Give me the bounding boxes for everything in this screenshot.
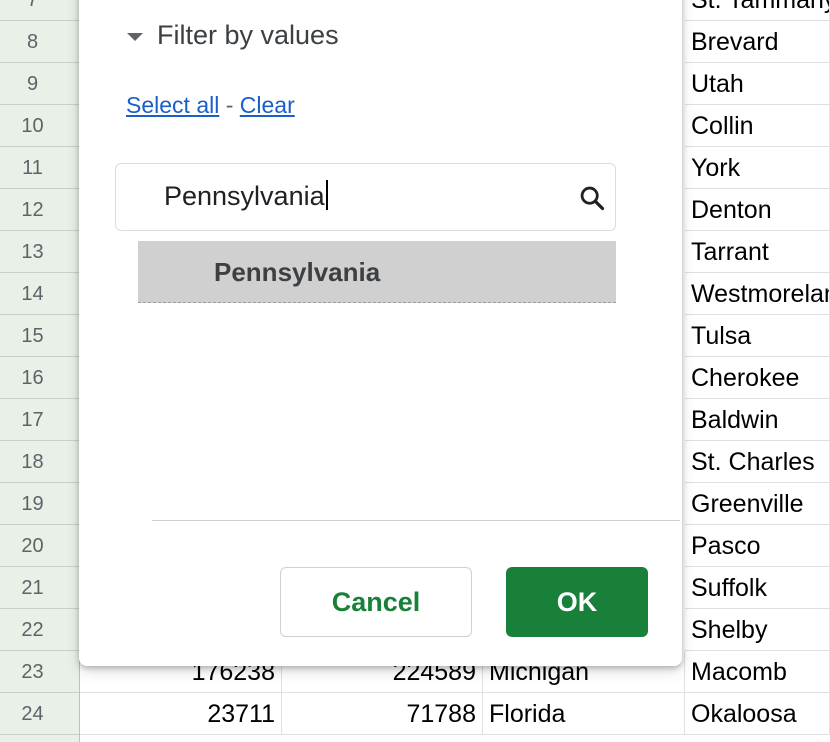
grid-cell[interactable]: Okaloosa	[685, 693, 830, 735]
grid-cell[interactable]: Greenville	[685, 483, 830, 525]
row-header[interactable]: 11	[0, 147, 79, 189]
row-header[interactable]: 7	[0, 0, 79, 21]
grid-cell[interactable]: St. Tammany	[685, 0, 830, 21]
caret-down-icon[interactable]	[127, 32, 143, 41]
row-header[interactable]: 19	[0, 483, 79, 525]
select-all-link[interactable]: Select all	[126, 92, 219, 118]
search-input-text[interactable]: Pennsylvania	[164, 180, 328, 212]
row-header[interactable]: 12	[0, 189, 79, 231]
grid-cell[interactable]: Collin	[685, 105, 830, 147]
separator: -	[225, 92, 234, 118]
grid-cell[interactable]: Brevard	[685, 21, 830, 63]
grid-cell[interactable]: Utah	[685, 63, 830, 105]
row-header[interactable]: 8	[0, 21, 79, 63]
filter-value-label: Pennsylvania	[214, 257, 381, 287]
row-header[interactable]: 24	[0, 693, 79, 735]
row-header[interactable]: 23	[0, 651, 79, 693]
filter-by-values-toggle[interactable]: Filter by values	[127, 20, 339, 51]
grid-cell[interactable]: Pasco	[685, 525, 830, 567]
clear-link[interactable]: Clear	[240, 92, 295, 118]
grid-cell[interactable]: Tarrant	[685, 231, 830, 273]
grid-cell[interactable]: Shelby	[685, 609, 830, 651]
divider	[152, 520, 680, 521]
grid-cell[interactable]: York	[685, 147, 830, 189]
row-header[interactable]: 22	[0, 609, 79, 651]
grid-cell[interactable]: Suffolk	[685, 567, 830, 609]
grid-cell[interactable]: Cherokee	[685, 357, 830, 399]
grid-cell[interactable]: 23711	[80, 693, 282, 735]
row-header[interactable]: 20	[0, 525, 79, 567]
search-icon[interactable]	[578, 184, 606, 212]
row-header[interactable]: 10	[0, 105, 79, 147]
value-search-input[interactable]: Pennsylvania	[115, 163, 616, 231]
grid-cell[interactable]: St. Charles	[685, 441, 830, 483]
grid-cell[interactable]: Florida	[483, 693, 685, 735]
row-header[interactable]: 14	[0, 273, 79, 315]
filter-panel: Filter by values Select all - Clear Penn…	[79, 0, 682, 666]
row-header[interactable]: 15	[0, 315, 79, 357]
grid-cell[interactable]: Tulsa	[685, 315, 830, 357]
row-header[interactable]: 16	[0, 357, 79, 399]
text-cursor	[325, 180, 328, 210]
ok-button[interactable]: OK	[506, 567, 648, 637]
grid-cell[interactable]: Baldwin	[685, 399, 830, 441]
row-header[interactable]: 18	[0, 441, 79, 483]
cancel-button[interactable]: Cancel	[280, 567, 472, 637]
select-clear-row: Select all - Clear	[126, 92, 295, 119]
filter-title: Filter by values	[157, 20, 339, 50]
row-header[interactable]: 13	[0, 231, 79, 273]
filter-value-item[interactable]: Pennsylvania	[138, 241, 616, 303]
grid-cell[interactable]: 71788	[282, 693, 483, 735]
search-input-value: Pennsylvania	[164, 181, 325, 211]
grid-cell[interactable]: Denton	[685, 189, 830, 231]
grid-cell[interactable]: Macomb	[685, 651, 830, 693]
row-header[interactable]: 17	[0, 399, 79, 441]
row-header[interactable]: 21	[0, 567, 79, 609]
row-header-column: 7 8 9 10 11 12 13 14 15 16 17 18 19 20 2…	[0, 0, 80, 742]
row-header[interactable]: 9	[0, 63, 79, 105]
grid-cell[interactable]: Westmoreland	[685, 273, 830, 315]
